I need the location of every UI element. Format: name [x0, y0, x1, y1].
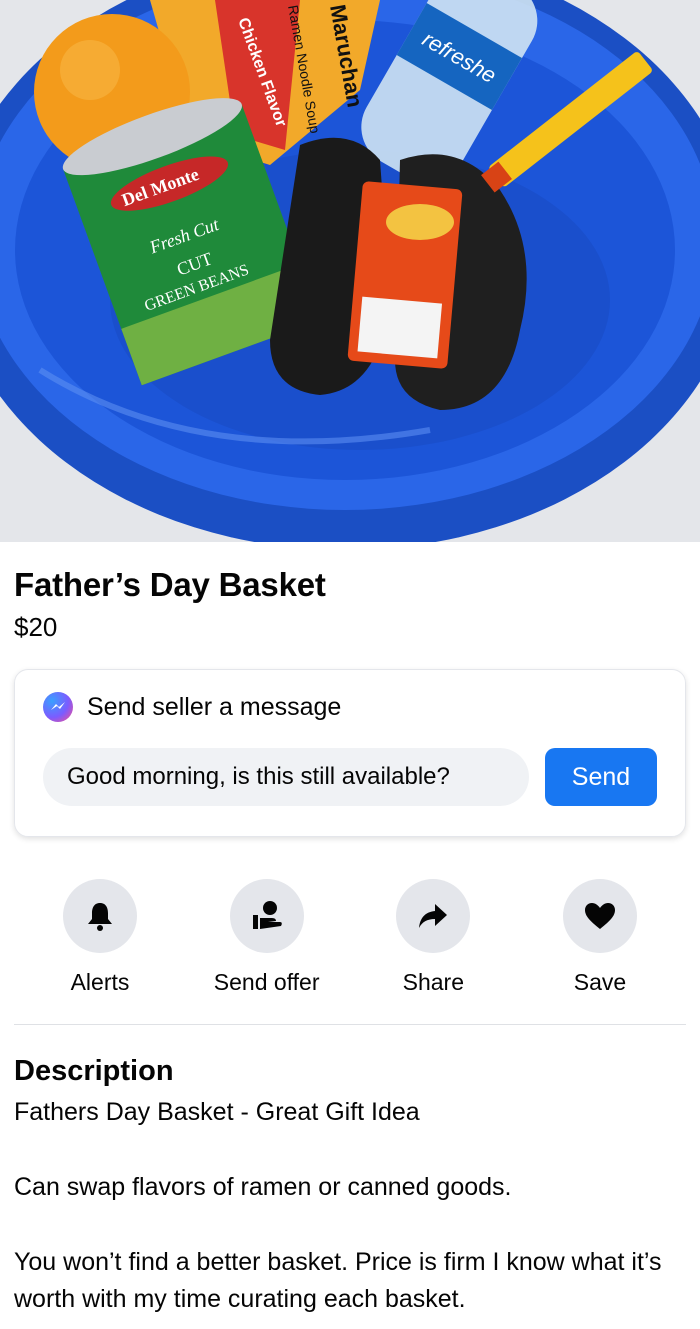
send-button[interactable]: Send: [545, 748, 657, 806]
bell-icon: [88, 903, 112, 931]
share-label: Share: [402, 969, 464, 995]
send-offer-icon-circle[interactable]: [229, 879, 304, 953]
save-icon-circle[interactable]: [562, 879, 637, 953]
product-photo[interactable]: Maruchan Ramen Noodle Soup Chicken Flavo…: [0, 0, 700, 542]
save-button[interactable]: Save: [520, 879, 680, 996]
description-section: Description Fathers Day Basket - Great G…: [14, 1055, 686, 1318]
alerts-icon-circle[interactable]: [63, 879, 137, 953]
alerts-button[interactable]: Alerts: [20, 879, 180, 996]
share-button[interactable]: Share: [353, 879, 513, 996]
candy: [386, 204, 454, 240]
message-header: Send seller a message: [43, 692, 657, 722]
messenger-icon: [43, 692, 73, 722]
heart-icon: [584, 903, 615, 929]
description-line-2: Can swap flavors of ramen or canned good…: [14, 1173, 512, 1201]
message-input[interactable]: Good morning, is this still available?: [43, 748, 529, 806]
save-label: Save: [573, 969, 627, 995]
listing-title: Father’s Day Basket: [14, 566, 326, 603]
share-icon: [419, 904, 448, 928]
offer-icon: [252, 901, 282, 929]
divider: [14, 1024, 686, 1025]
description-heading: Description: [14, 1055, 174, 1087]
description-line-1: Fathers Day Basket - Great Gift Idea: [14, 1098, 420, 1126]
send-offer-button[interactable]: Send offer: [187, 879, 347, 996]
message-row: Good morning, is this still available? S…: [43, 748, 657, 806]
action-bar: Alerts Send offer Share Save: [14, 879, 686, 996]
share-icon-circle[interactable]: [396, 879, 471, 953]
listing-price: $20: [14, 612, 58, 642]
description-line-3: You won’t find a better basket. Price is…: [14, 1248, 662, 1313]
message-card: Send seller a message Good morning, is t…: [14, 669, 686, 837]
alerts-label: Alerts: [70, 969, 130, 995]
message-heading: Send seller a message: [87, 692, 342, 721]
send-offer-label: Send offer: [213, 969, 320, 995]
